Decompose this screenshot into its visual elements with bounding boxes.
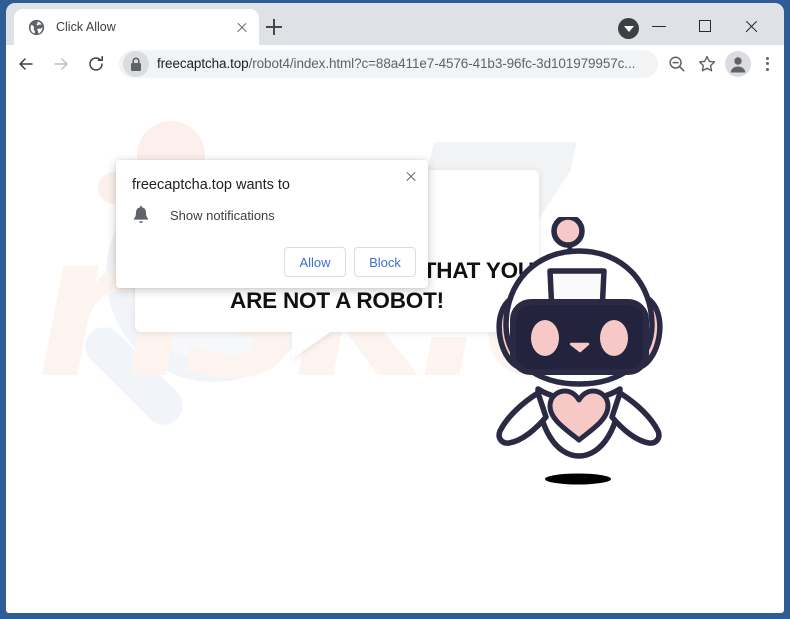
zoom-out-button[interactable] <box>662 49 692 79</box>
new-tab-button[interactable] <box>262 15 286 39</box>
zoom-out-icon <box>669 55 685 71</box>
tab-close-icon[interactable] <box>233 18 251 36</box>
toolbar-actions <box>662 49 784 79</box>
window-controls <box>636 7 774 45</box>
url-text: freecaptcha.top/robot4/index.html?c=88a4… <box>157 56 635 71</box>
reload-button[interactable] <box>81 49 111 79</box>
address-bar[interactable]: freecaptcha.top/robot4/index.html?c=88a4… <box>119 49 658 78</box>
back-button[interactable] <box>11 49 41 79</box>
url-host: freecaptcha.top <box>157 56 249 71</box>
profile-avatar[interactable] <box>725 50 751 77</box>
block-button[interactable]: Block <box>354 247 416 277</box>
menu-dot <box>765 56 769 60</box>
notification-permission-dialog: freecaptcha.top wants to Show notificati… <box>116 160 428 288</box>
star-icon <box>698 55 716 71</box>
url-path: /robot4/index.html?c=88a411e7-4576-41b3-… <box>248 56 636 71</box>
minimize-button[interactable] <box>636 7 682 45</box>
minimize-icon <box>652 26 666 28</box>
arrow-left-icon <box>19 57 33 70</box>
cute-robot-mascot-icon <box>496 217 663 485</box>
download-badge-icon[interactable] <box>618 18 639 39</box>
maximize-button[interactable] <box>682 7 728 45</box>
browser-tab[interactable]: Click Allow <box>14 9 259 45</box>
menu-dot <box>765 67 769 71</box>
dialog-close-icon[interactable] <box>401 167 421 187</box>
dialog-title: freecaptcha.top wants to <box>132 177 290 193</box>
tab-title: Click Allow <box>56 20 116 34</box>
menu-dot <box>765 62 769 66</box>
arrow-right-icon <box>54 57 68 70</box>
site-info-button[interactable] <box>123 50 149 77</box>
lock-icon <box>131 57 141 71</box>
dialog-actions: Allow Block <box>284 247 416 277</box>
permission-label: Show notifications <box>170 207 275 223</box>
forward-button[interactable] <box>46 49 76 79</box>
person-avatar-icon <box>730 56 746 72</box>
maximize-icon <box>699 20 711 32</box>
bell-icon <box>132 205 150 225</box>
page-viewport: 7 risk.c CLICK ALLOW TO VERIFY THAT YOU … <box>6 82 784 613</box>
speech-bubble-tail <box>292 331 332 359</box>
close-window-button[interactable] <box>728 7 774 45</box>
bookmark-button[interactable] <box>692 49 722 79</box>
globe-icon <box>28 19 45 35</box>
tab-strip: Click Allow <box>6 3 784 45</box>
allow-button[interactable]: Allow <box>284 247 346 277</box>
reload-icon <box>89 55 103 71</box>
browser-menu-button[interactable] <box>754 49 780 79</box>
browser-window-screenshot: Click Allow freecaptcha.top/robot4/index… <box>0 0 790 619</box>
browser-toolbar: freecaptcha.top/robot4/index.html?c=88a4… <box>6 45 784 82</box>
permission-row: Show notifications <box>132 205 275 225</box>
